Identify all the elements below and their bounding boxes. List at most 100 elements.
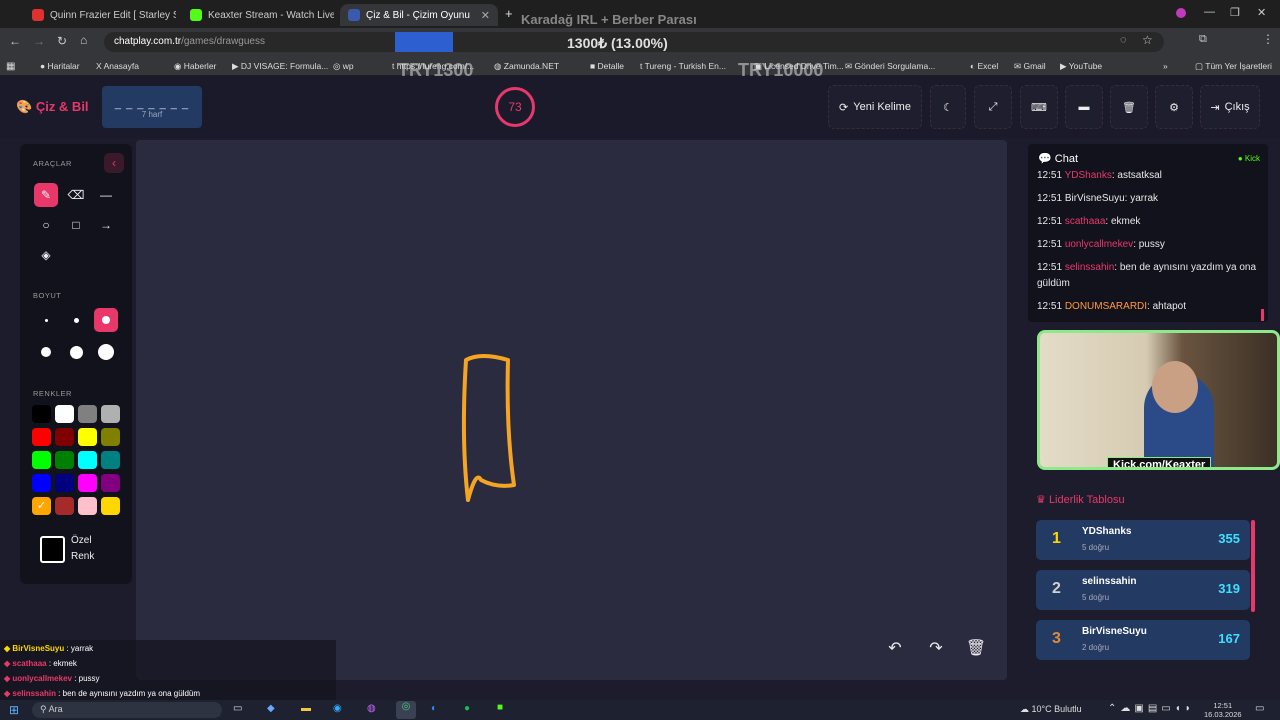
window-close-icon[interactable]: ✕ (1257, 6, 1266, 19)
dark-mode-button[interactable]: ☾ (930, 85, 966, 129)
size-option[interactable] (64, 340, 88, 364)
copilot-icon[interactable]: ◆ (267, 703, 275, 714)
chat-username[interactable]: YDShanks (1065, 170, 1112, 181)
collapse-panel-button[interactable]: ‹ (104, 153, 124, 173)
pencil-tool[interactable]: ✎ (34, 183, 58, 207)
color-swatch[interactable] (55, 428, 74, 446)
spotify-icon[interactable]: ● (464, 703, 470, 714)
color-swatch[interactable] (101, 428, 120, 446)
weather-widget[interactable]: ☁ 10°C Bulutlu (1020, 704, 1082, 715)
bookmark-item[interactable]: ◍ Zamunda.NET (494, 61, 559, 72)
drawing-canvas[interactable] (136, 140, 1007, 680)
circle-tool[interactable]: ○ (34, 213, 58, 237)
color-swatch[interactable] (55, 474, 74, 492)
bookmark-item[interactable]: X Anasayfa (96, 61, 139, 71)
menu-icon[interactable]: ⋮ (1262, 32, 1274, 46)
color-swatch[interactable] (55, 497, 74, 515)
archive-button[interactable]: ▬ (1065, 85, 1103, 129)
chat-username[interactable]: selinssahin (1065, 262, 1114, 273)
browser-tab-active[interactable]: Çiz & Bil - Çizim Oyunu ✕ (340, 4, 498, 26)
system-tray[interactable]: ⌃☁▣▤▭◖◗ (1108, 703, 1195, 714)
color-swatch[interactable] (55, 451, 74, 469)
edge-icon[interactable]: ◉ (333, 703, 342, 714)
color-swatch[interactable] (78, 451, 97, 469)
extensions-icon[interactable]: ⧉ (1199, 33, 1207, 46)
chrome-icon[interactable]: ◎ (396, 701, 416, 719)
profile-icon[interactable] (1176, 8, 1186, 18)
color-swatch[interactable] (101, 405, 120, 423)
color-swatch-selected[interactable]: ✓ (32, 497, 51, 515)
back-icon[interactable]: ← (9, 34, 21, 48)
custom-color-swatch[interactable] (40, 536, 65, 563)
new-tab-button[interactable]: + (505, 6, 513, 21)
fullscreen-button[interactable]: ⤢ (974, 85, 1012, 129)
chevron-right-icon[interactable]: » (1163, 61, 1168, 71)
bookmark-item[interactable]: t Tureng - Turkish En... (640, 61, 726, 71)
bookmark-item[interactable]: ◐ Excel (970, 61, 998, 71)
browser-tab[interactable]: Keaxter Stream - Watch Live on✕ (182, 4, 334, 26)
bookmark-item[interactable]: ▶ YouTube (1060, 61, 1102, 72)
maximize-icon[interactable]: ❐ (1230, 6, 1240, 19)
clear-canvas-button[interactable]: 🗑 (961, 634, 991, 662)
size-option-selected[interactable] (94, 308, 118, 332)
size-option[interactable] (34, 308, 58, 332)
color-swatch[interactable] (78, 497, 97, 515)
undo-button[interactable]: ↶ (880, 634, 910, 662)
browser-tab[interactable]: Quinn Frazier Edit [ Starley Slow✕ (24, 4, 176, 26)
arrow-tool[interactable]: → (94, 213, 118, 237)
forward-icon[interactable]: → (33, 34, 45, 48)
app-icon[interactable]: ◐ (431, 703, 437, 714)
color-swatch[interactable] (78, 474, 97, 492)
apps-icon[interactable]: ▦ (6, 61, 15, 72)
color-swatch[interactable] (32, 451, 51, 469)
clock[interactable]: 12:51 16.03.2026 (1204, 701, 1242, 719)
color-swatch[interactable] (101, 474, 120, 492)
chat-username[interactable]: scathaaa (1065, 216, 1106, 227)
home-icon[interactable]: ⌂ (80, 33, 87, 47)
settings-button[interactable]: ⚙ (1155, 85, 1193, 129)
color-swatch[interactable] (32, 405, 51, 423)
reload-icon[interactable]: ↻ (57, 34, 67, 48)
color-swatch[interactable] (78, 428, 97, 446)
color-swatch[interactable] (32, 428, 51, 446)
bookmark-item[interactable]: ✉ Gmail (1014, 61, 1046, 72)
chat-username[interactable]: uonlycallmekev (1065, 239, 1133, 250)
bookmark-item[interactable]: ▶ DJ VISAGE: Formula... (232, 61, 328, 72)
keyboard-button[interactable]: ⌨ (1020, 85, 1058, 129)
star-icon[interactable]: ☆ (1142, 33, 1153, 47)
leaderboard-scrollbar[interactable] (1251, 520, 1255, 612)
chat-username[interactable]: BirVisneSuyu (1065, 193, 1125, 204)
fill-tool[interactable]: ◈ (34, 243, 58, 267)
color-swatch[interactable] (55, 405, 74, 423)
taskbar-search[interactable]: ⚲ Ara (32, 702, 222, 718)
color-swatch[interactable] (32, 474, 51, 492)
bookmark-item[interactable]: ◉ Haberler (174, 61, 216, 72)
minimize-icon[interactable]: — (1204, 6, 1215, 18)
size-option[interactable] (94, 340, 118, 364)
color-swatch[interactable] (101, 497, 120, 515)
custom-color-label[interactable]: Özel Renk (71, 533, 94, 565)
redo-button[interactable]: ↷ (921, 634, 951, 662)
size-option[interactable] (64, 308, 88, 332)
windows-start-icon[interactable]: ⊞ (9, 703, 19, 717)
trash-header-button[interactable]: 🗑 (1110, 85, 1148, 129)
color-swatch[interactable] (78, 405, 97, 423)
task-view-icon[interactable]: ▭ (233, 703, 242, 714)
bookmark-item[interactable]: ✉ Gönderi Sorgulama... (845, 61, 935, 72)
line-tool[interactable]: — (94, 183, 118, 207)
close-icon[interactable]: ✕ (481, 9, 490, 22)
discord-icon[interactable]: ◍ (367, 703, 376, 714)
rectangle-tool[interactable]: □ (64, 213, 88, 237)
file-explorer-icon[interactable]: ▬ (301, 703, 311, 714)
new-word-button[interactable]: ⟳ Yeni Kelime (828, 85, 922, 129)
size-option[interactable] (34, 340, 58, 364)
all-bookmarks[interactable]: ▢ Tüm Yer İşaretleri (1195, 61, 1272, 72)
bookmark-item[interactable]: ● Haritalar (40, 61, 80, 71)
notification-icon[interactable]: ▭ (1255, 703, 1264, 714)
eraser-tool[interactable]: ⌫ (64, 183, 88, 207)
kick-app-icon[interactable]: ■ (497, 702, 503, 713)
bookmark-item[interactable]: ■ Detalle (590, 61, 624, 71)
eye-off-icon[interactable]: ◌ (1120, 34, 1127, 46)
chat-username[interactable]: DONUMSARARDI (1065, 301, 1147, 312)
color-swatch[interactable] (101, 451, 120, 469)
